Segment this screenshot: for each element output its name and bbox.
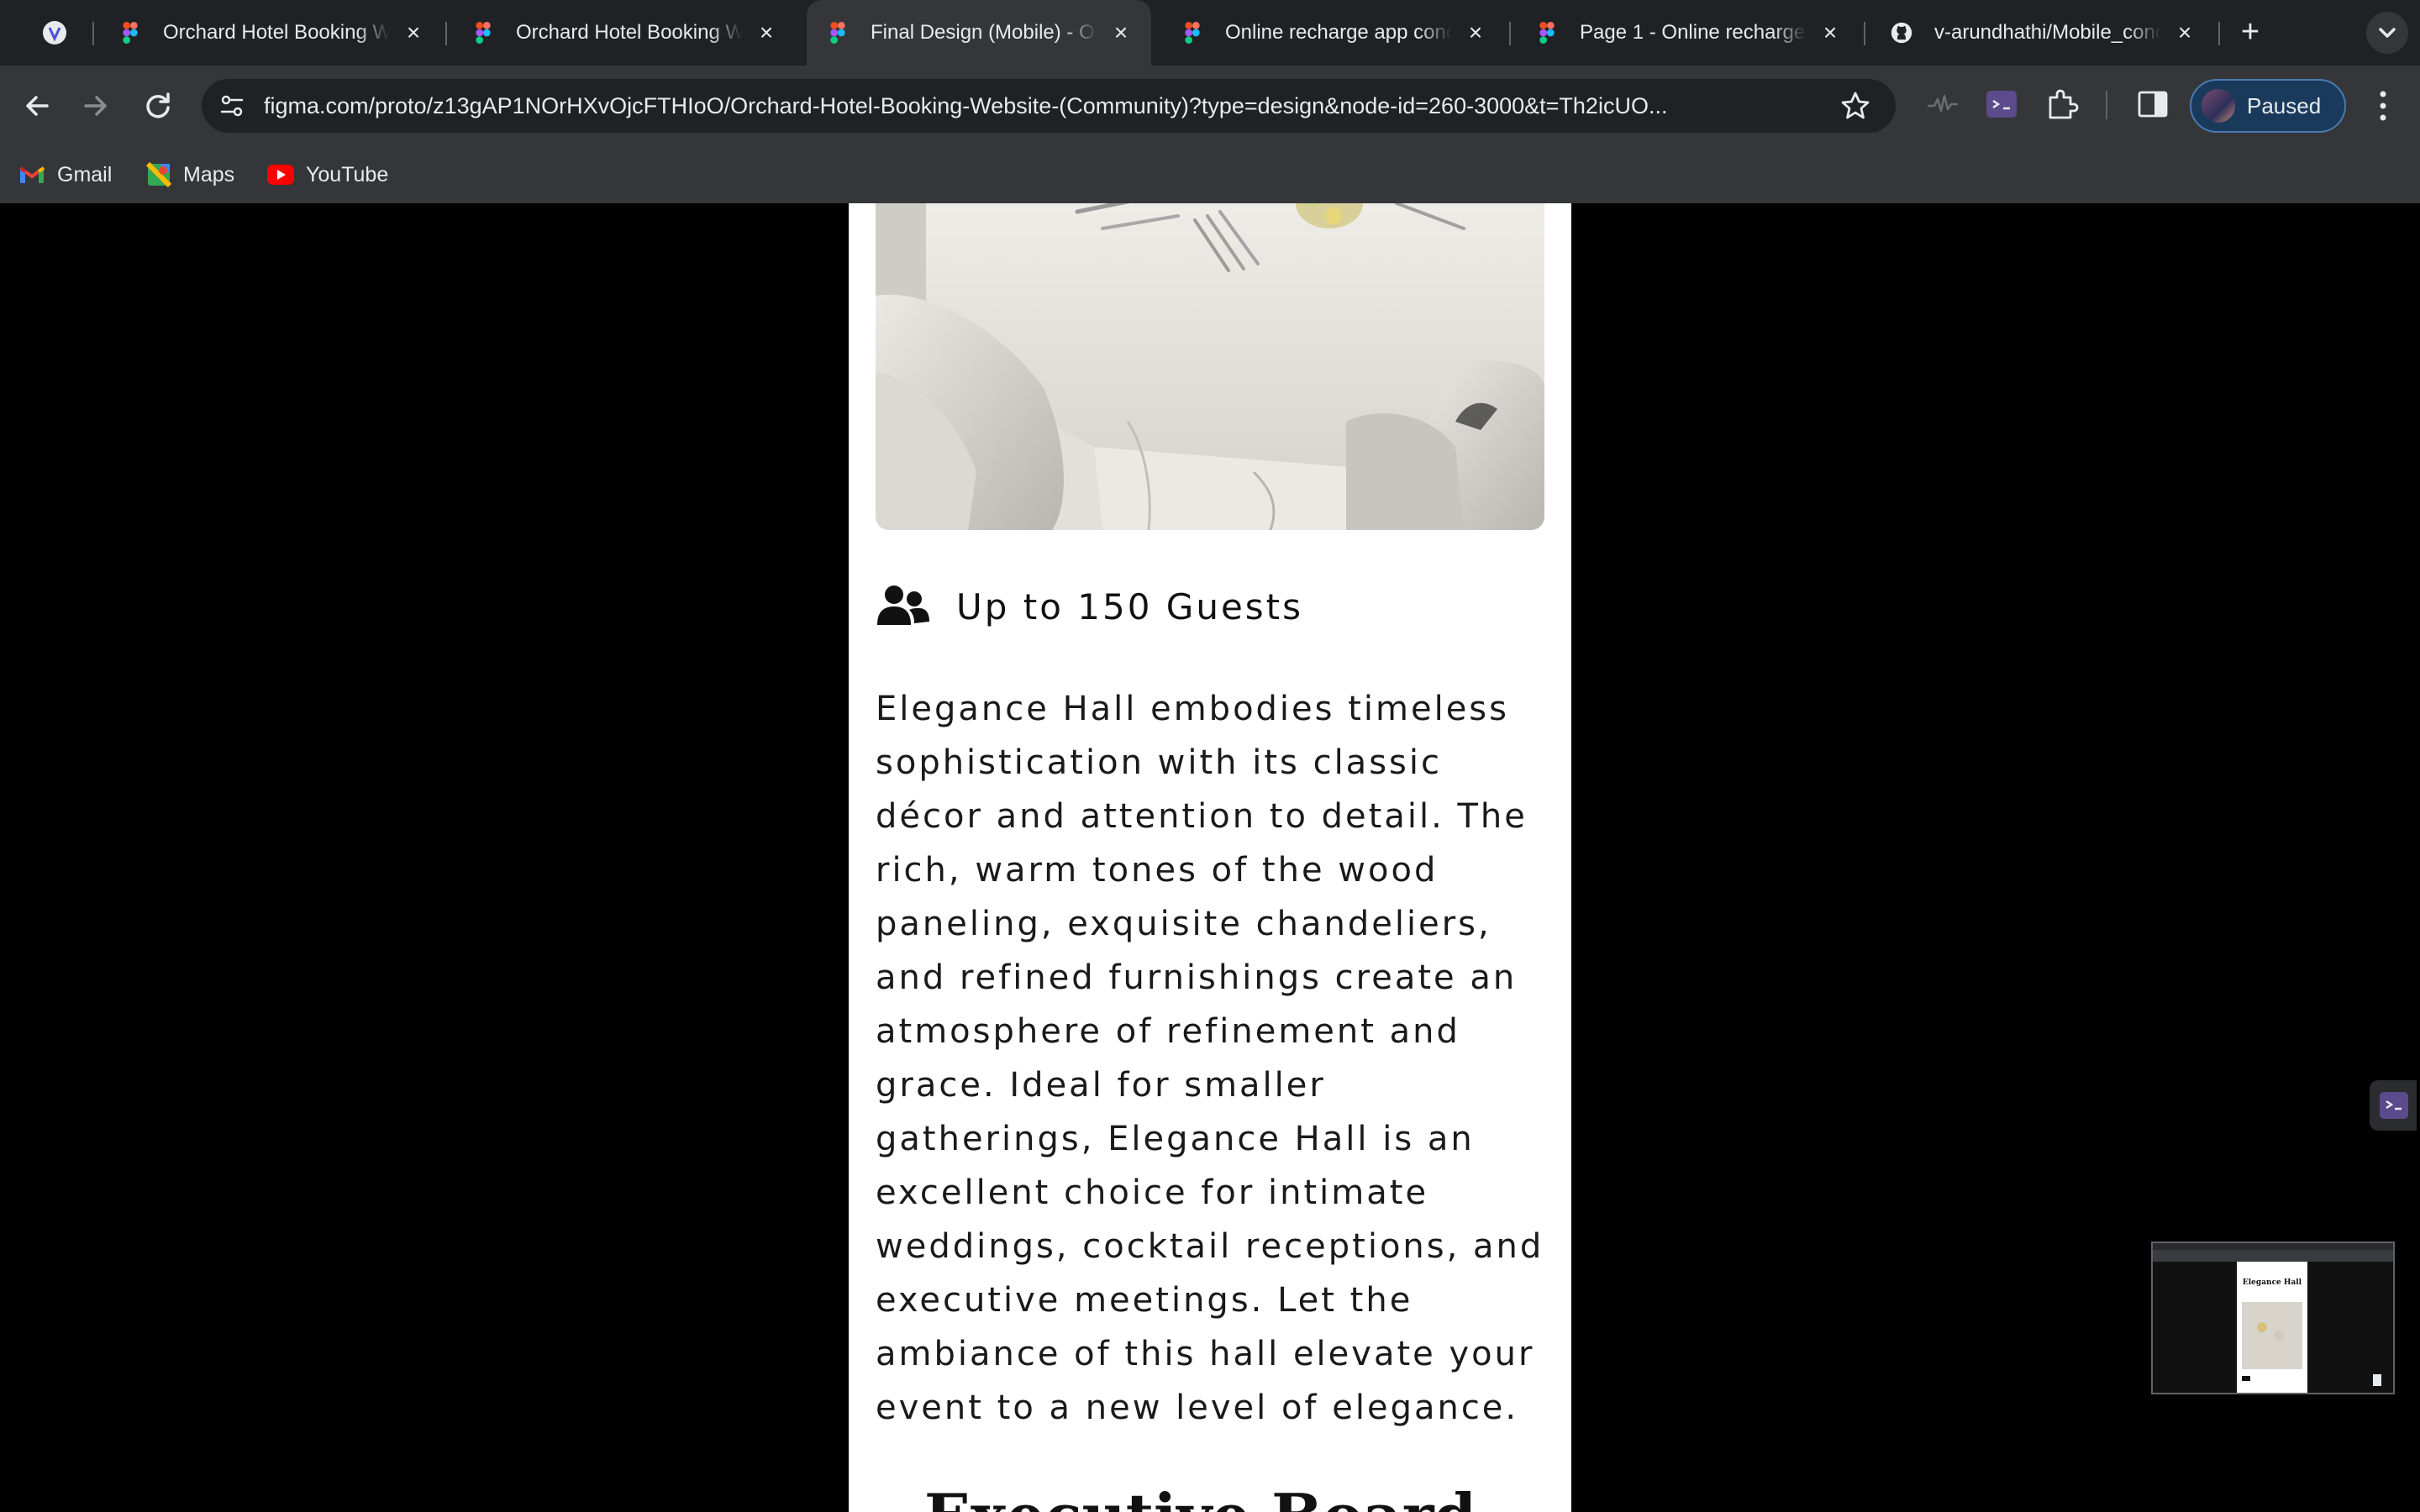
youtube-icon: [267, 165, 294, 185]
bookmark-gmail[interactable]: Gmail: [18, 146, 112, 203]
tab-strip: Orchard Hotel Booking Website × Orchard …: [0, 0, 2420, 66]
close-tab-icon[interactable]: ×: [1465, 21, 1486, 45]
bookmarks-bar: Gmail Maps YouTube: [0, 146, 2420, 203]
address-bar[interactable]: figma.com/proto/z13gAP1NOrHXvOjcFTHIoO/O…: [202, 79, 1896, 133]
next-section-heading: Executive Board: [924, 1480, 1476, 1512]
tab-recharge-concept[interactable]: Online recharge app concept ×: [1161, 0, 1506, 66]
tab-title: v-arundhathi/Mobile_concepts: [1934, 21, 2161, 44]
reload-icon[interactable]: [138, 86, 178, 126]
media-activity-icon[interactable]: [1924, 86, 1961, 123]
tab-separator: [92, 22, 94, 45]
tab-separator: [1509, 22, 1511, 45]
mobile-frame: Up to 150 Guests Elegance Hall embodies …: [849, 203, 1571, 1512]
bookmark-maps[interactable]: Maps: [146, 146, 234, 203]
tab-separator: [1864, 22, 1865, 45]
tab-search-button[interactable]: [2366, 12, 2408, 54]
extension-app-icon: [2380, 1092, 2408, 1119]
back-icon[interactable]: [17, 86, 57, 126]
toolbar-divider: [2106, 91, 2107, 119]
pip-title: Elegance Hall: [2242, 1278, 2302, 1287]
close-tab-icon[interactable]: ×: [1820, 21, 1840, 45]
users-icon: [877, 585, 929, 625]
gmail-icon: [18, 166, 45, 183]
tab-title: Orchard Hotel Booking Website: [163, 21, 390, 44]
close-tab-icon[interactable]: ×: [1111, 21, 1131, 45]
hall-description: Elegance Hall embodies timeless sophisti…: [876, 690, 1544, 1427]
tab-title: Orchard Hotel Booking Website: [516, 21, 743, 44]
tab-github[interactable]: v-arundhathi/Mobile_concepts ×: [1870, 0, 2215, 66]
chevron-down-icon: [2379, 28, 2396, 38]
figma-prototype-viewport: Up to 150 Guests Elegance Hall embodies …: [0, 203, 2420, 1512]
bookmark-youtube[interactable]: YouTube: [267, 146, 388, 203]
vpn-app-icon: [43, 21, 66, 45]
bookmark-label: Maps: [183, 162, 235, 186]
avatar: [2202, 89, 2235, 123]
tab-separator: [445, 22, 447, 45]
side-panel-icon[interactable]: [2134, 86, 2171, 123]
new-tab-button[interactable]: +: [2232, 13, 2269, 50]
figma-icon: [1185, 22, 1200, 44]
bookmark-star-icon[interactable]: [1839, 89, 1872, 123]
extensions-puzzle-icon[interactable]: [2044, 86, 2081, 123]
figma-icon: [123, 22, 138, 44]
profile-status-label: Paused: [2247, 92, 2322, 118]
tab-title: Final Design (Mobile) - Orchard: [871, 21, 1097, 44]
figma-icon: [476, 22, 491, 44]
capacity-label: Up to 150 Guests: [956, 585, 1304, 627]
tab-title: Online recharge app concept: [1225, 21, 1452, 44]
more-menu-icon[interactable]: [2368, 84, 2398, 128]
bookmark-label: Gmail: [57, 162, 113, 186]
profile-button[interactable]: Paused: [2190, 79, 2346, 133]
close-tab-icon[interactable]: ×: [403, 21, 424, 45]
extension-app-icon[interactable]: [1983, 86, 2020, 123]
github-icon: [1891, 22, 1912, 44]
tab-separator: [2218, 22, 2220, 45]
bookmark-label: YouTube: [306, 162, 389, 186]
tab-final-design-active[interactable]: Final Design (Mobile) - Orchard ×: [807, 0, 1151, 66]
figma-icon: [1539, 22, 1555, 44]
tab-recharge-page1[interactable]: Page 1 - Online recharge app ×: [1516, 0, 1860, 66]
figma-icon: [830, 22, 845, 44]
picture-in-picture-preview[interactable]: Elegance Hall: [2151, 1242, 2395, 1394]
capacity-row: Up to 150 Guests: [876, 581, 1303, 632]
close-tab-icon[interactable]: ×: [756, 21, 776, 45]
forward-icon[interactable]: [76, 86, 116, 126]
maps-icon: [146, 162, 171, 187]
tab-title: Page 1 - Online recharge app: [1580, 21, 1807, 44]
tab-orchard-1[interactable]: Orchard Hotel Booking Website ×: [99, 0, 444, 66]
floating-extension-button[interactable]: [2370, 1080, 2417, 1131]
close-tab-icon[interactable]: ×: [2175, 21, 2195, 45]
url-text[interactable]: figma.com/proto/z13gAP1NOrHXvOjcFTHIoO/O…: [264, 79, 1844, 133]
banquet-hall-photo: [876, 203, 1544, 530]
tab-orchard-2[interactable]: Orchard Hotel Booking Website ×: [452, 0, 797, 66]
tab-pinned-app[interactable]: [34, 0, 77, 66]
site-info-icon[interactable]: [217, 91, 247, 121]
